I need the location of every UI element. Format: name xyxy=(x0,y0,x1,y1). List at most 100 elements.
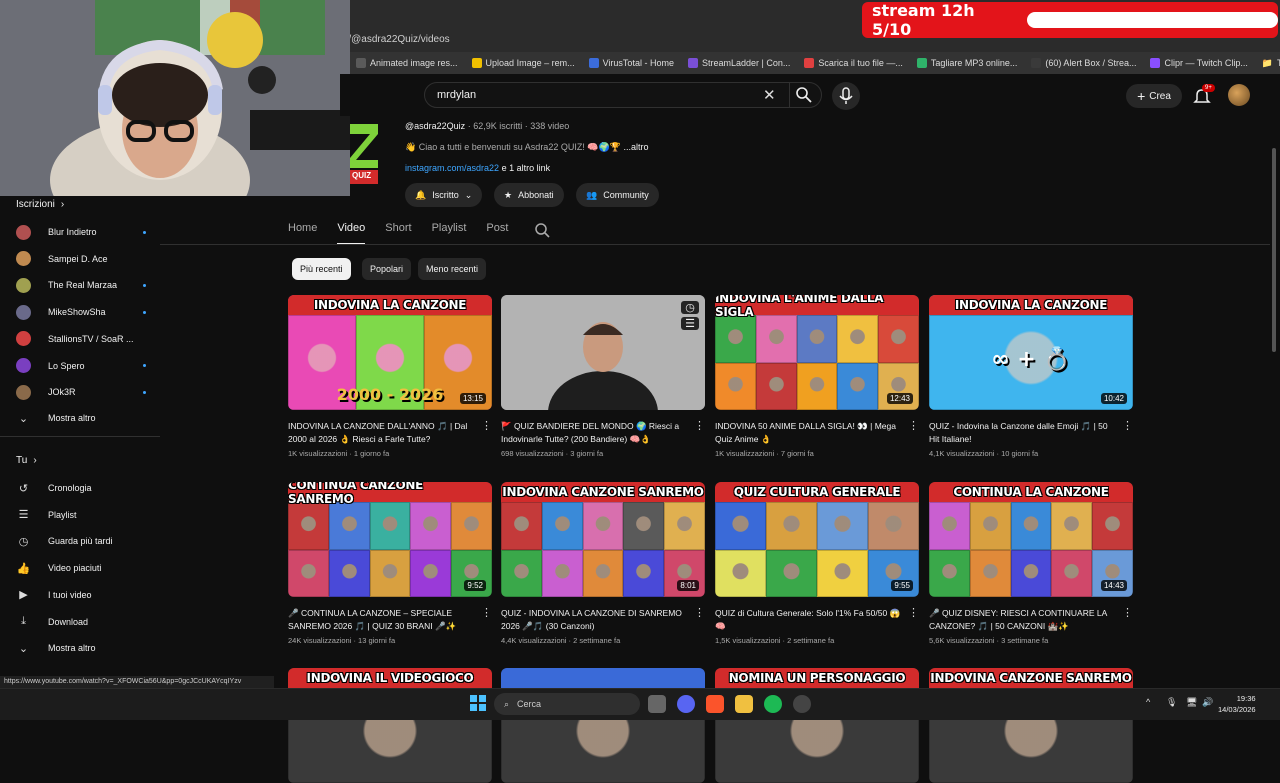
video-thumbnail[interactable]: QUIZ CULTURA GENERALE 9:55 xyxy=(715,482,919,597)
channel-description[interactable]: 👋 Ciao a tutti e benvenuti su Asdra22 QU… xyxy=(405,142,649,153)
more-options-icon[interactable]: ⋮ xyxy=(481,606,492,619)
tab-home[interactable]: Home xyxy=(288,222,317,245)
video-card[interactable]: INDOVINA LA CANZONE ∞ + 💍 10:42 QUIZ - Indo… xyxy=(929,295,1133,458)
chip-popular[interactable]: Popolari xyxy=(362,258,412,280)
more-links[interactable]: e 1 altro link xyxy=(502,163,551,173)
channel-search-icon[interactable] xyxy=(534,222,552,245)
chip-oldest[interactable]: Meno recenti xyxy=(418,258,487,280)
subscription-item[interactable]: Lo Spero xyxy=(16,356,146,376)
more-options-icon[interactable]: ⋮ xyxy=(908,419,919,432)
sidebar-item-playlist[interactable]: ☰ Playlist xyxy=(16,505,146,525)
video-title[interactable]: 🎤 CONTINUA LA CANZONE – SPECIALE SANREMO… xyxy=(288,607,492,633)
video-card[interactable]: INDOVINA L'ANIME DALLA SIGLA 12:43 INDOVIN… xyxy=(715,295,919,458)
video-title[interactable]: INDOVINA LA CANZONE DALL'ANNO 🎵 | Dal 20… xyxy=(288,420,492,446)
instagram-link[interactable]: instagram.com/asdra22 xyxy=(405,163,499,173)
video-thumbnail[interactable]: INDOVINA IL VIDEOGIOCO xyxy=(288,668,492,783)
sidebar-item-i-tuoi-video[interactable]: ▶ I tuoi video xyxy=(16,585,146,605)
taskbar-clock[interactable]: 19:36 14/03/2026 xyxy=(1218,693,1256,715)
video-card[interactable] xyxy=(501,668,705,783)
subscription-item[interactable]: Sampei D. Ace xyxy=(16,249,146,269)
spotify-icon[interactable] xyxy=(764,695,782,713)
video-card[interactable]: NOMINA UN PERSONAGGIO xyxy=(715,668,919,783)
user-avatar[interactable] xyxy=(1228,84,1250,106)
bookmark-item[interactable]: Animated image res... xyxy=(356,58,458,68)
channel-logo[interactable]: QUIZ xyxy=(350,116,378,184)
video-card[interactable]: ◷ ☰ 🚩 QUIZ BANDIERE DEL MONDO 🌍 Riesci a I… xyxy=(501,295,705,458)
video-card[interactable]: INDOVINA CANZONE SANREMO 8:01 QUIZ - INDOV… xyxy=(501,482,705,645)
bookmark-item[interactable]: Clipr — Twitch Clip... xyxy=(1150,58,1248,68)
more-options-icon[interactable]: ⋮ xyxy=(1122,419,1133,432)
subscriptions-heading[interactable]: Iscrizioni › xyxy=(16,199,64,210)
more-options-icon[interactable]: ⋮ xyxy=(1122,606,1133,619)
more-options-icon[interactable]: ⋮ xyxy=(908,606,919,619)
video-title[interactable]: 🎤 QUIZ DISNEY: RIESCI A CONTINUARE LA CA… xyxy=(929,607,1133,633)
address-bar[interactable]: m/@asdra22Quiz/videos xyxy=(340,30,860,50)
show-more-subscriptions[interactable]: ⌄ Mostra altro xyxy=(16,408,146,428)
video-thumbnail[interactable]: INDOVINA CANZONE SANREMO xyxy=(929,668,1133,783)
video-thumbnail[interactable]: CONTINUA CANZONE SANREMO 9:52 xyxy=(288,482,492,597)
task-view-icon[interactable] xyxy=(648,695,666,713)
subscription-item[interactable]: The Real Marzaa xyxy=(16,275,146,295)
search-box[interactable]: mrdylan ✕ xyxy=(424,82,822,108)
volume-icon[interactable]: 🔊 xyxy=(1202,697,1213,708)
bookmark-item[interactable]: StreamLadder | Con... xyxy=(687,58,790,68)
search-input[interactable]: mrdylan xyxy=(437,89,476,101)
sidebar-item-download[interactable]: ⤓ Download xyxy=(16,612,146,632)
video-card[interactable]: INDOVINA CANZONE SANREMO xyxy=(929,668,1133,783)
description-more-link[interactable]: ...altro xyxy=(623,142,648,152)
video-thumbnail[interactable] xyxy=(501,668,705,783)
search-icon[interactable] xyxy=(795,86,813,109)
video-title[interactable]: INDOVINA 50 ANIME DALLA SIGLA! 👀 | Mega … xyxy=(715,420,919,446)
sidebar-item-video-piaciuti[interactable]: 👍 Video piaciuti xyxy=(16,558,146,578)
bookmark-item[interactable]: VirusTotal - Home xyxy=(588,58,674,68)
brave-browser-icon[interactable] xyxy=(706,695,724,713)
subscription-item[interactable]: JOk3R xyxy=(16,382,146,402)
watch-later-icon[interactable]: ◷ xyxy=(681,301,699,314)
more-options-icon[interactable]: ⋮ xyxy=(694,606,705,619)
network-icon[interactable]: 🖥 xyxy=(1186,697,1197,708)
bookmark-item[interactable]: (60) Alert Box / Strea... xyxy=(1031,58,1136,68)
tray-chevron-icon[interactable]: ^ xyxy=(1146,697,1150,707)
video-card[interactable]: INDOVINA IL VIDEOGIOCO xyxy=(288,668,492,783)
community-button[interactable]: 👥 Community xyxy=(576,183,659,207)
create-button[interactable]: + Crea xyxy=(1126,84,1182,108)
windows-start-icon[interactable] xyxy=(470,695,486,716)
add-to-queue-icon[interactable]: ☰ xyxy=(681,317,699,330)
sidebar-item-cronologia[interactable]: ↺ Cronologia xyxy=(16,478,146,498)
video-card[interactable]: INDOVINA LA CANZONE 2000 - 2026 13:15 INDOV… xyxy=(288,295,492,458)
microphone-tray-icon[interactable]: 🎙 xyxy=(1166,697,1177,708)
tab-post[interactable]: Post xyxy=(486,222,508,245)
video-thumbnail[interactable]: ◷ ☰ xyxy=(501,295,705,410)
file-explorer-icon[interactable] xyxy=(735,695,753,713)
tab-video[interactable]: Video xyxy=(337,222,366,245)
video-title[interactable]: 🚩 QUIZ BANDIERE DEL MONDO 🌍 Riesci a Ind… xyxy=(501,420,705,446)
subscribed-button[interactable]: 🔔 Iscritto ⌄ xyxy=(405,183,483,207)
more-options-icon[interactable]: ⋮ xyxy=(481,419,492,432)
tab-playlist[interactable]: Playlist xyxy=(432,222,467,245)
subscription-item[interactable]: MikeShowSha xyxy=(16,302,146,322)
page-scrollbar[interactable] xyxy=(1272,148,1276,352)
video-card[interactable]: CONTINUA LA CANZONE 14:43 🎤 QUIZ DISNEY: R… xyxy=(929,482,1133,645)
voice-search-button[interactable] xyxy=(832,82,860,110)
video-thumbnail[interactable]: INDOVINA CANZONE SANREMO 8:01 xyxy=(501,482,705,597)
clear-search-icon[interactable]: ✕ xyxy=(763,86,776,104)
video-title[interactable]: QUIZ - Indovina la Canzone dalle Emoji 🎵… xyxy=(929,420,1133,446)
video-card[interactable]: QUIZ CULTURA GENERALE 9:55 QUIZ di Cultura… xyxy=(715,482,919,645)
chip-newest[interactable]: Più recenti xyxy=(292,258,351,280)
sidebar-item-guarda-più-tardi[interactable]: ◷ Guarda più tardi xyxy=(16,531,146,551)
bookmark-item[interactable]: Scarica il tuo file —... xyxy=(804,58,903,68)
tab-short[interactable]: Short xyxy=(385,222,411,245)
subscription-item[interactable]: Blur Indietro xyxy=(16,222,146,242)
all-favorites[interactable]: 📁Tutti i preferiti xyxy=(1262,58,1280,69)
show-more-you[interactable]: ⌄ Mostra altro xyxy=(16,638,146,658)
more-options-icon[interactable]: ⋮ xyxy=(694,419,705,432)
obs-icon[interactable] xyxy=(793,695,811,713)
discord-icon[interactable] xyxy=(677,695,695,713)
video-thumbnail[interactable]: CONTINUA LA CANZONE 14:43 xyxy=(929,482,1133,597)
video-thumbnail[interactable]: INDOVINA LA CANZONE 2000 - 2026 13:15 xyxy=(288,295,492,410)
video-thumbnail[interactable]: INDOVINA L'ANIME DALLA SIGLA 12:43 xyxy=(715,295,919,410)
subscription-item[interactable]: StallionsTV / SoaR ... xyxy=(16,329,146,349)
video-card[interactable]: CONTINUA CANZONE SANREMO 9:52 🎤 CONTINUA L… xyxy=(288,482,492,645)
bookmark-item[interactable]: Upload Image – rem... xyxy=(471,58,575,68)
bookmark-item[interactable]: Tagliare MP3 online... xyxy=(916,58,1017,68)
